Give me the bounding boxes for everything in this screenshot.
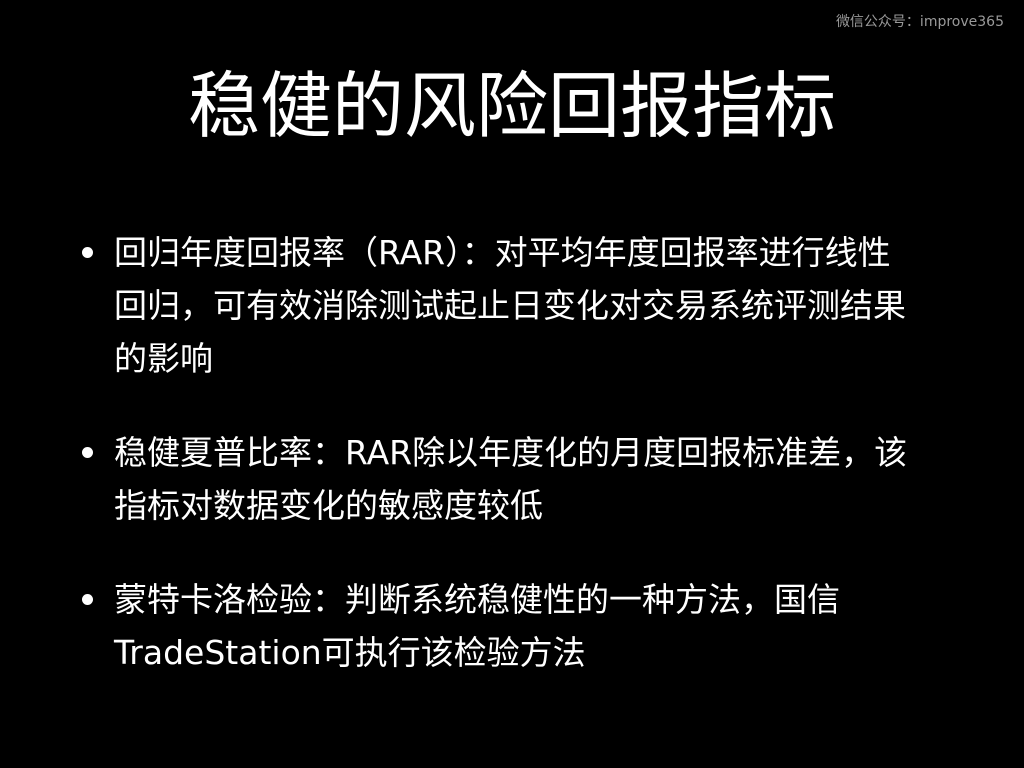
bullet-item-robust-sharpe: 稳健夏普比率：RAR除以年度化的月度回报标准差，该指标对数据变化的敏感度较低	[80, 426, 914, 532]
bullet-item-rar: 回归年度回报率（RAR）：对平均年度回报率进行线性回归，可有效消除测试起止日变化…	[80, 226, 914, 385]
slide-title: 稳健的风险回报指标	[187, 64, 836, 148]
bullet-item-monte-carlo: 蒙特卡洛检验：判断系统稳健性的一种方法，国信TradeStation可执行该检验…	[80, 573, 914, 679]
slide: 微信公众号：improve365 稳健的风险回报指标 回归年度回报率（RAR）：…	[0, 0, 1024, 768]
bullet-list: 回归年度回报率（RAR）：对平均年度回报率进行线性回归，可有效消除测试起止日变化…	[80, 226, 940, 679]
bullet-text: 蒙特卡洛检验：判断系统稳健性的一种方法，国信TradeStation可执行该检验…	[114, 580, 840, 672]
bullet-dot-icon	[82, 247, 93, 258]
bullet-text: 稳健夏普比率：RAR除以年度化的月度回报标准差，该指标对数据变化的敏感度较低	[114, 433, 908, 525]
bullet-text: 回归年度回报率（RAR）：对平均年度回报率进行线性回归，可有效消除测试起止日变化…	[114, 233, 906, 378]
watermark: 微信公众号：improve365	[835, 14, 1004, 30]
bullet-dot-icon	[82, 594, 93, 605]
bullet-dot-icon	[82, 447, 93, 458]
